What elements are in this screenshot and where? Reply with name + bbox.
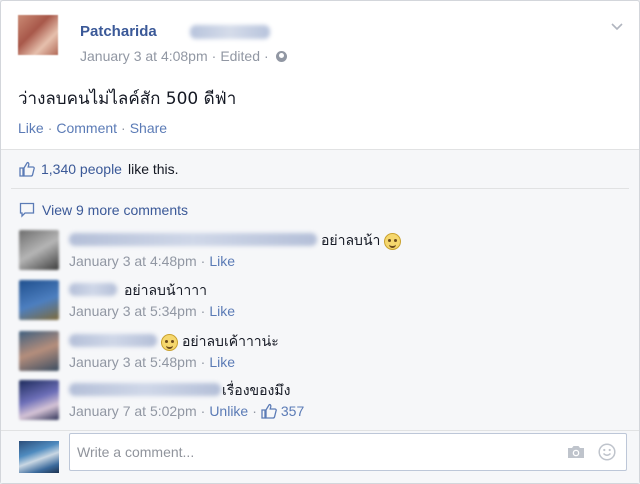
comment-meta: January 3 at 4:48pm · Like: [69, 253, 235, 269]
comment-like-button[interactable]: Like: [209, 303, 235, 319]
comment-item: อย่าลบน้า January 3 at 4:48pm · Like: [19, 230, 619, 276]
comment-time[interactable]: January 3 at 5:48pm: [69, 354, 197, 370]
current-user-avatar: [19, 441, 59, 473]
view-more-comments[interactable]: View 9 more comments: [19, 202, 188, 218]
post-body: ว่างลบคนไม่ไลค์สัก 500 ดีฟ่า: [18, 89, 237, 109]
post-actions: Like · Comment · Share: [18, 120, 167, 136]
smiling-emoji-icon: [161, 333, 178, 351]
action-separator: ·: [47, 120, 53, 136]
chevron-down-icon[interactable]: [609, 19, 625, 35]
author-avatar[interactable]: [18, 15, 58, 55]
comment-text: เรื่องของมึง: [222, 380, 290, 402]
commenter-name-redacted[interactable]: [69, 383, 221, 396]
comment-time[interactable]: January 3 at 4:48pm: [69, 253, 197, 269]
likes-suffix: like this.: [127, 161, 179, 177]
camera-icon[interactable]: [566, 444, 586, 460]
comment-text: อย่าลบเค้าาาน่ะ: [161, 331, 279, 353]
meta-separator: ·: [200, 354, 206, 370]
post-timestamp[interactable]: January 3 at 4:08pm: [80, 48, 208, 64]
commenter-avatar[interactable]: [19, 230, 59, 270]
meta-separator: ·: [264, 48, 269, 64]
meta-separator: ·: [200, 253, 206, 269]
commenter-name-redacted[interactable]: [69, 283, 117, 296]
comment-body: อย่าลบเค้าาาน่ะ: [182, 334, 279, 350]
winking-emoji-icon: [384, 232, 402, 250]
thumbs-up-icon: [261, 403, 277, 419]
post-card: Patcharida January 3 at 4:08pm · Edited …: [0, 0, 640, 484]
comment-button[interactable]: Comment: [56, 120, 117, 136]
commenter-avatar[interactable]: [19, 331, 59, 371]
author-name[interactable]: Patcharida: [80, 23, 157, 40]
feedback-section: 1,340 people like this. View 9 more comm…: [1, 149, 639, 483]
comment-meta: January 7 at 5:02pm · Unlike · 357: [69, 403, 304, 419]
smiley-icon[interactable]: [598, 443, 616, 461]
comment-text: อย่าลบน้า: [321, 230, 402, 252]
comment-time[interactable]: January 7 at 5:02pm: [69, 403, 197, 419]
comment-like-button[interactable]: Like: [209, 253, 235, 269]
commenter-name-redacted[interactable]: [69, 334, 157, 347]
comment-body: อย่าลบน้าาาา: [124, 283, 207, 299]
edited-label[interactable]: Edited: [220, 48, 260, 64]
comment-composer: [1, 430, 639, 484]
share-button[interactable]: Share: [130, 120, 167, 136]
comment-item: เรื่องของมึง January 7 at 5:02pm · Unlik…: [19, 380, 619, 426]
post-header: Patcharida January 3 at 4:08pm · Edited …: [18, 15, 629, 75]
commenter-avatar[interactable]: [19, 280, 59, 320]
comment-text: อย่าลบน้าาาา: [124, 280, 207, 302]
likes-count[interactable]: 1,340 people: [41, 161, 122, 177]
comment-item: อย่าลบเค้าาาน่ะ January 3 at 5:48pm · Li…: [19, 331, 619, 377]
divider: [11, 188, 629, 189]
comment-box[interactable]: [69, 433, 627, 471]
like-button[interactable]: Like: [18, 120, 44, 136]
comment-unlike-button[interactable]: Unlike: [209, 403, 248, 419]
meta-separator: ·: [200, 303, 206, 319]
comment-like-count[interactable]: 357: [281, 403, 304, 419]
meta-separator: ·: [211, 48, 217, 64]
meta-separator: ·: [200, 403, 206, 419]
comment-time[interactable]: January 3 at 5:34pm: [69, 303, 197, 319]
comment-meta: January 3 at 5:48pm · Like: [69, 354, 235, 370]
author-lastname-redacted: [190, 25, 270, 39]
globe-icon[interactable]: [275, 50, 287, 62]
comment-like-button[interactable]: Like: [209, 354, 235, 370]
commenter-name-redacted[interactable]: [69, 233, 317, 246]
likes-summary: 1,340 people like this.: [19, 161, 179, 177]
meta-separator: ·: [252, 403, 257, 419]
comment-bubble-icon: [19, 202, 35, 218]
thumbs-up-icon: [19, 161, 35, 177]
comment-item: อย่าลบน้าาาา January 3 at 5:34pm · Like: [19, 280, 619, 326]
commenter-avatar[interactable]: [19, 380, 59, 420]
action-separator: ·: [121, 120, 126, 136]
comment-input[interactable]: [70, 434, 550, 470]
comment-body: เรื่องของมึง: [222, 383, 291, 399]
post-meta: January 3 at 4:08pm · Edited ·: [80, 48, 287, 64]
comment-meta: January 3 at 5:34pm · Like: [69, 303, 235, 319]
view-more-label[interactable]: View 9 more comments: [42, 202, 188, 218]
comment-body: อย่าลบน้า: [321, 233, 381, 249]
